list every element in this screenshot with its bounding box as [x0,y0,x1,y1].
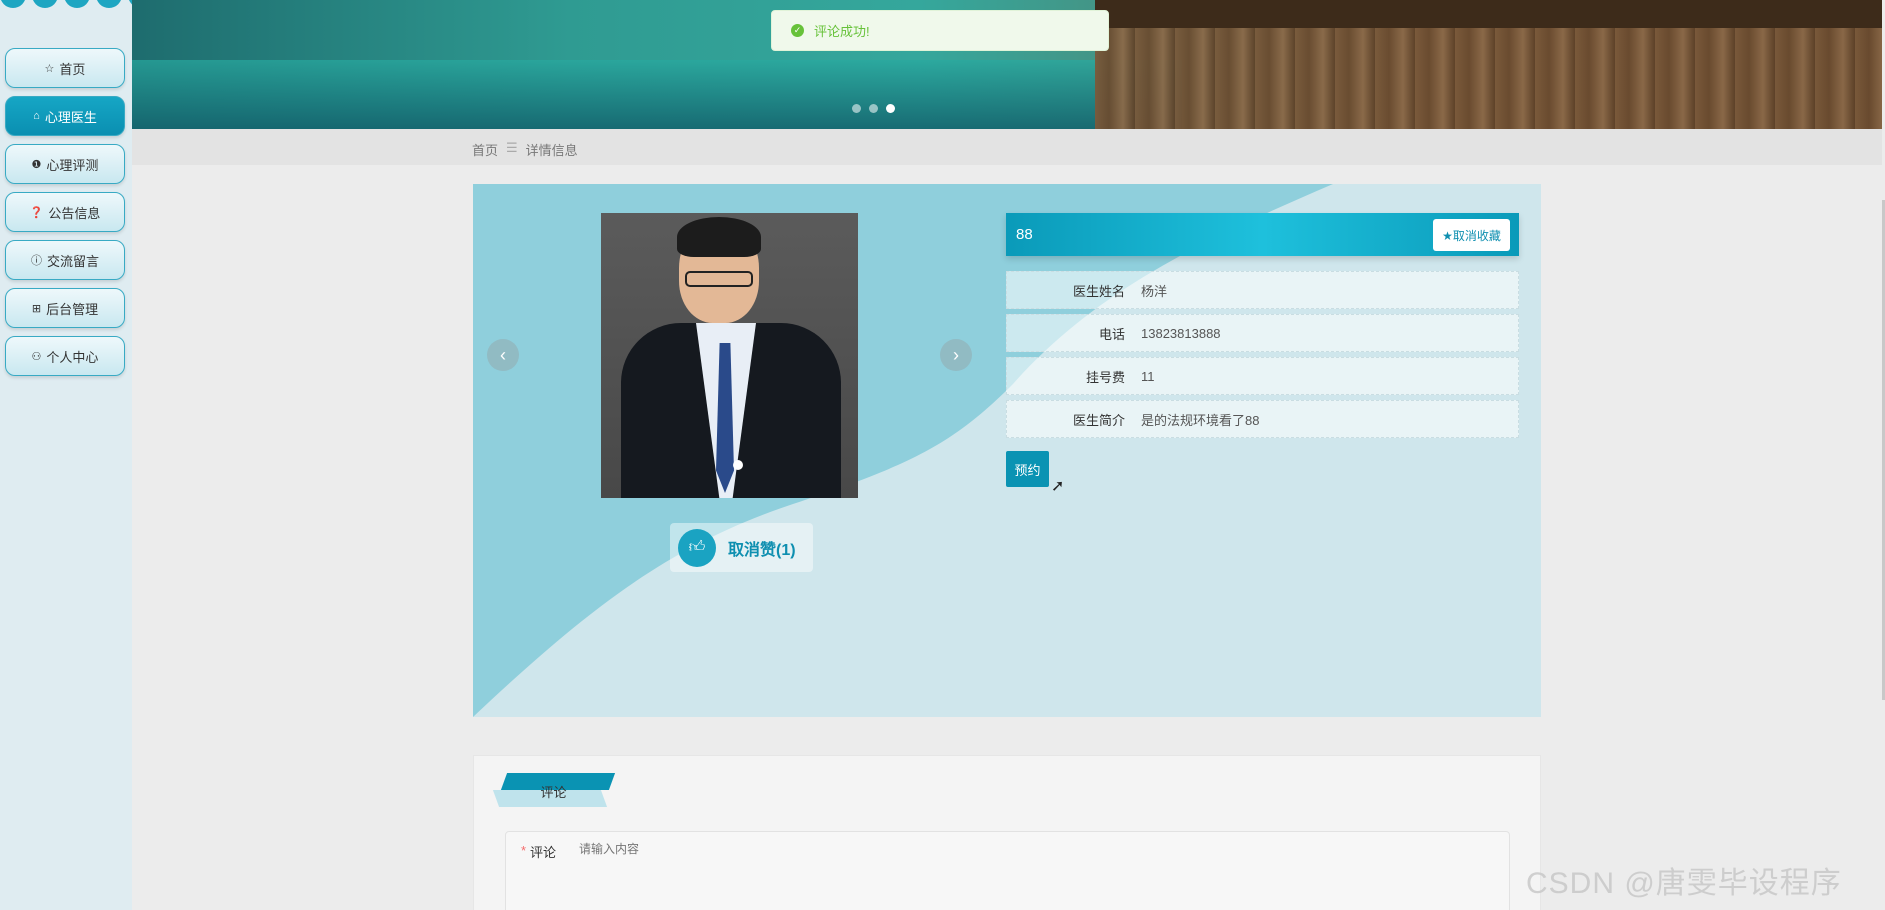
comment-tab-label: 评论 [540,785,567,800]
check-circle-icon: ✓ [791,24,804,37]
field-label: 挂号费 [1085,369,1125,385]
home-icon: ⌂ [33,110,40,122]
next-arrow-icon[interactable]: › [940,339,972,371]
field-row-name: 医生姓名 杨洋 [1006,271,1519,309]
breadcrumb-current: 详情信息 [525,143,578,158]
field-value: 杨洋 [1141,283,1168,299]
carousel-indicators [852,104,895,113]
field-row-intro: 医生简介 是的法规环境看了88 [1006,400,1519,438]
sidebar-item[interactable]: ☆ 首页 [5,48,125,88]
sidebar-item[interactable]: ⓘ 交流留言 [5,240,125,280]
sidebar-item-label: 公告信息 [48,205,101,221]
prev-arrow-icon[interactable]: ‹ [487,339,519,371]
field-value: 13823813888 [1141,325,1221,341]
success-toast: ✓ 评论成功! [771,10,1109,51]
sidebar-item[interactable]: ⚇ 个人中心 [5,336,125,376]
star-icon: ☆ [44,62,55,75]
field-row-phone: 电话 13823813888 [1006,314,1519,352]
info-icon: ⓘ [30,255,42,267]
like-label: 取消赞(1) [728,541,796,559]
comment-form: * 评论 [505,831,1510,910]
breadcrumb: 首页 ☰ 详情信息 [472,140,578,159]
detail-title: 88 [1016,226,1033,243]
field-value: 11 [1141,368,1155,384]
breadcrumb-separator: ☰ [506,140,518,155]
sidebar-item-label: 交流留言 [46,253,99,269]
sidebar-item-label: 首页 [59,61,86,77]
comment-card: 评论 * 评论 [473,755,1541,910]
photo-carousel-dot[interactable] [733,460,743,470]
doctor-detail-card: ‹ › 👍︎ 取消赞(1) 88 ★取消收藏 医生姓名 杨洋 电话 138238… [473,184,1541,717]
sidebar-item-label: 心理医生 [44,109,97,125]
sidebar: ☆ 首页 ⌂ 心理医生 ❶ 心理评测 ❓ 公告信息 ⓘ 交流留言 ⊞ 后台管理 ⚇ 个人中心 [0,0,154,910]
mouse-cursor-icon: ➚ [1051,478,1065,495]
carousel-dot-1[interactable] [852,104,861,113]
doctor-photo [601,213,858,498]
gift-icon: ⊞ [31,302,42,315]
sidebar-item[interactable]: ❓ 公告信息 [5,192,125,232]
comment-tab[interactable]: 评论 [492,773,616,807]
breadcrumb-home[interactable]: 首页 [472,140,498,159]
carousel-dot-3[interactable] [886,104,895,113]
carousel-dot-2[interactable] [869,104,878,113]
unlike-button[interactable]: 👍︎ 取消赞(1) [670,523,813,572]
decorative-dots [0,0,154,8]
thumbs-up-icon: 👍︎ [678,528,716,567]
field-value: 是的法规环境看了88 [1141,412,1260,428]
field-label: 医生姓名 [1072,283,1125,299]
unfavorite-button[interactable]: ★取消收藏 [1433,219,1510,251]
breadcrumb-bar: 首页 ☰ 详情信息 [132,129,1882,165]
book-appointment-button[interactable]: 预约 [1006,451,1049,487]
sidebar-item[interactable]: ❶ 心理评测 [5,144,125,184]
sidebar-item[interactable]: ⊞ 后台管理 [5,288,125,328]
sidebar-item-label: 心理评测 [46,157,99,173]
toast-message: 评论成功! [814,24,870,39]
field-label: 医生简介 [1072,412,1125,428]
field-row-fee: 挂号费 11 [1006,357,1519,395]
comment-input[interactable] [579,842,1479,856]
required-mark: * [521,843,527,858]
watermark: CSDN @唐雯毕设程序 [1526,867,1842,900]
sidebar-item-label: 个人中心 [46,349,99,365]
detail-title-bar: 88 ★取消收藏 [1006,213,1519,256]
sidebar-item-label: 后台管理 [46,301,99,317]
comment-field-label: 评论 [530,845,557,860]
field-label: 电话 [1098,326,1125,342]
sidebar-nav: ☆ 首页 ⌂ 心理医生 ❶ 心理评测 ❓ 公告信息 ⓘ 交流留言 ⊞ 后台管理 ⚇ 个人中心 [5,48,125,384]
help-icon: ❓ [29,206,44,219]
sidebar-item[interactable]: ⌂ 心理医生 [5,96,125,136]
alert-icon: ❶ [31,158,42,171]
user-icon: ⚇ [31,350,42,363]
